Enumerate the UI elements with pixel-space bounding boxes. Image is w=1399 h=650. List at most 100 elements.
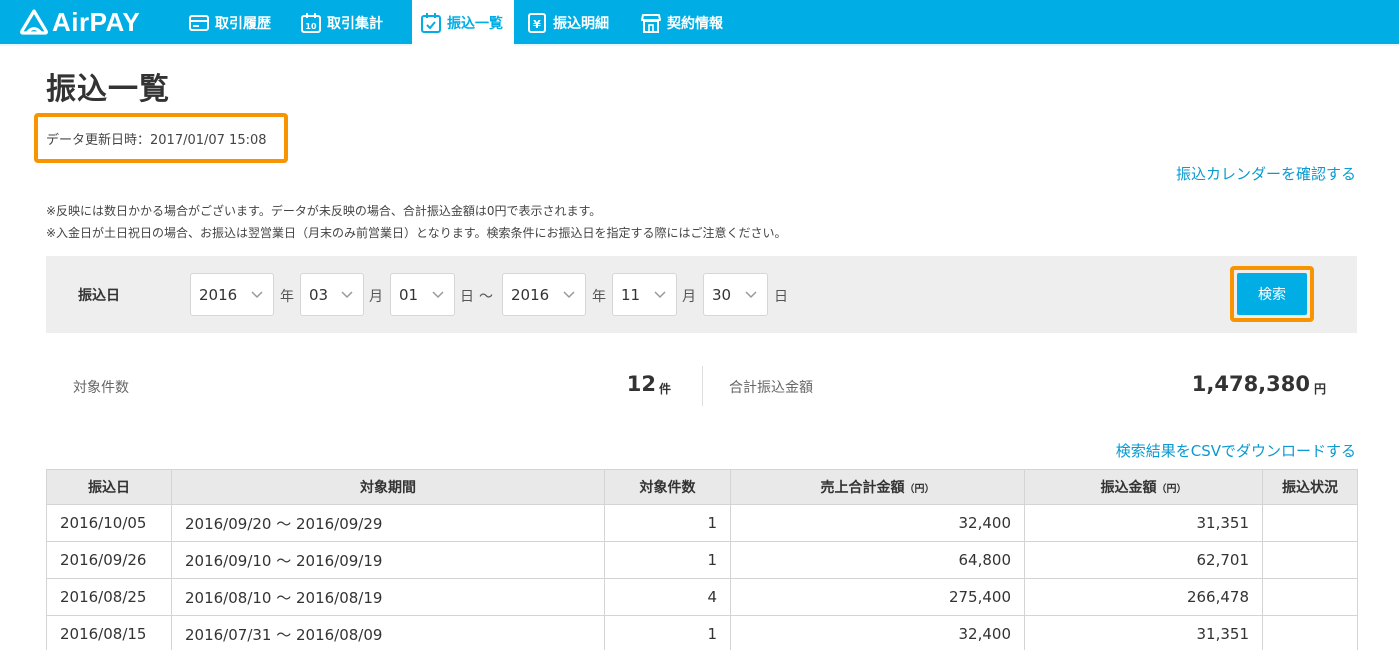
chevron-down-icon [432,291,444,299]
cell-transfer-amount: 31,351 [1024,615,1263,650]
nav-label: 取引集計 [327,16,383,32]
total-transfer-unit: 円 [1314,382,1327,396]
cell-target-count: 1 [604,541,731,579]
from-month-select[interactable]: 03 [300,273,364,316]
cell-transfer-date: 2016/08/25 [46,578,172,616]
chevron-down-icon [745,291,757,299]
header-transfer-status: 振込状況 [1262,469,1358,505]
shop-icon [640,12,662,34]
nav-item-transaction-history[interactable]: 取引履歴 [180,0,292,46]
airpay-logo[interactable]: AirPAY [20,7,140,37]
calendar-check-icon [420,12,442,34]
cell-target-count: 1 [604,504,731,542]
unit-month: 月 [682,289,696,305]
header-transfer-amount: 振込金額（円） [1024,469,1263,505]
from-day-value: 01 [399,285,419,304]
table-row[interactable]: 2016/09/26 2016/09/10 ～ 2016/09/19 1 64,… [46,541,1358,579]
from-month-value: 03 [309,285,329,304]
yen-suffix: （円） [1156,484,1187,495]
header-sales-total: 売上合計金額（円） [730,469,1025,505]
to-day-value: 30 [712,285,732,304]
to-day-select[interactable]: 30 [703,273,768,316]
svg-text:¥: ¥ [533,18,541,31]
nav-label: 取引履歴 [215,16,271,32]
nav-item-transfer-list[interactable]: 振込一覧 [412,0,514,46]
to-month-select[interactable]: 11 [612,273,677,316]
cell-target-count: 4 [604,578,731,616]
cell-sales-total: 32,400 [730,615,1025,650]
cell-transfer-status [1262,615,1358,650]
top-navigation-bar: AirPAY 取引履歴 10 取引集計 振込一覧 ¥ 振込明細 契約情報 [0,0,1399,46]
cell-transfer-status [1262,541,1358,579]
unit-day: 日 [774,289,788,305]
from-day-select[interactable]: 01 [390,273,455,316]
cell-transfer-amount: 266,478 [1024,578,1263,616]
transfer-results-table: 振込日 対象期間 対象件数 売上合計金額（円） 振込金額（円） 振込状況 201… [46,469,1358,650]
yen-document-icon: ¥ [526,12,548,34]
header-target-count: 対象件数 [604,469,731,505]
note-holiday: ※入金日が土日祝日の場合、お振込は翌営業日（月末のみ前営業日）となります。検索条… [46,226,787,240]
cell-target-period: 2016/07/31 ～ 2016/08/09 [171,615,605,650]
cell-transfer-date: 2016/08/15 [46,615,172,650]
nav-item-transfer-details[interactable]: ¥ 振込明細 [518,0,632,46]
main-nav: 取引履歴 10 取引集計 振込一覧 ¥ 振込明細 契約情報 [180,0,742,46]
table-row[interactable]: 2016/10/05 2016/09/20 ～ 2016/09/29 1 32,… [46,504,1358,542]
cell-target-count: 1 [604,615,731,650]
data-updated-timestamp: データ更新日時：2017/01/07 15:08 [46,133,267,148]
nav-label: 振込一覧 [447,16,503,32]
cell-sales-total: 64,800 [730,541,1025,579]
chevron-down-icon [654,291,666,299]
nav-item-transaction-summary[interactable]: 10 取引集計 [292,0,408,46]
card-icon [188,12,210,34]
unit-month: 月 [369,289,383,305]
cell-transfer-status [1262,578,1358,616]
cell-transfer-date: 2016/10/05 [46,504,172,542]
logo-text: AirPAY [52,6,141,37]
chevron-down-icon [563,291,575,299]
table-row[interactable]: 2016/08/15 2016/07/31 ～ 2016/08/09 1 32,… [46,615,1358,650]
cell-target-period: 2016/08/10 ～ 2016/08/19 [171,578,605,616]
summary-divider [702,366,703,406]
cell-sales-total: 32,400 [730,504,1025,542]
table-row[interactable]: 2016/08/25 2016/08/10 ～ 2016/08/19 4 275… [46,578,1358,616]
cell-transfer-date: 2016/09/26 [46,541,172,579]
cell-sales-total: 275,400 [730,578,1025,616]
target-count-label: 対象件数 [73,380,129,396]
to-year-select[interactable]: 2016 [502,273,586,316]
cell-target-period: 2016/09/10 ～ 2016/09/19 [171,541,605,579]
total-transfer-label: 合計振込金額 [729,380,813,396]
svg-text:10: 10 [305,22,317,31]
chevron-down-icon [341,291,353,299]
target-count-value: 12 [626,372,656,396]
calendar-10-icon: 10 [300,12,322,34]
yen-suffix: （円） [904,484,935,495]
from-year-value: 2016 [199,285,238,304]
target-count-unit: 件 [659,382,672,396]
unit-day: 日 [460,289,474,305]
page-title: 振込一覧 [46,72,170,107]
nav-item-contract-info[interactable]: 契約情報 [632,0,742,46]
airpay-logo-icon [20,9,48,35]
to-year-value: 2016 [511,285,550,304]
header-transfer-date: 振込日 [46,469,172,505]
from-year-select[interactable]: 2016 [190,273,274,316]
cell-transfer-amount: 62,701 [1024,541,1263,579]
transfer-calendar-link[interactable]: 振込カレンダーを確認する [1176,163,1356,184]
table-header-row: 振込日 対象期間 対象件数 売上合計金額（円） 振込金額（円） 振込状況 [46,469,1358,505]
nav-label: 振込明細 [553,16,609,32]
search-date-label: 振込日 [78,288,120,304]
unit-year: 年 [592,289,606,305]
total-transfer-value: 1,478,380 [1191,372,1310,396]
header-target-period: 対象期間 [171,469,605,505]
unit-year: 年 [280,289,294,305]
range-tilde: ～ [479,289,493,305]
search-button[interactable]: 検索 [1237,273,1307,315]
cell-target-period: 2016/09/20 ～ 2016/09/29 [171,504,605,542]
note-reflection: ※反映には数日かかる場合がございます。データが未反映の場合、合計振込金額は0円で… [46,204,602,218]
cell-transfer-status [1262,504,1358,542]
csv-download-link[interactable]: 検索結果をCSVでダウンロードする [1116,440,1356,461]
to-month-value: 11 [621,285,641,304]
nav-label: 契約情報 [667,16,723,32]
chevron-down-icon [251,291,263,299]
cell-transfer-amount: 31,351 [1024,504,1263,542]
